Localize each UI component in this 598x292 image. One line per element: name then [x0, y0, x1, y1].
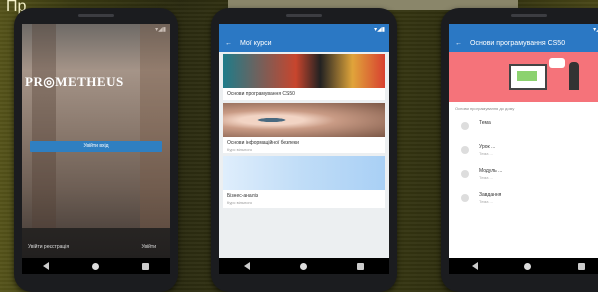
- laptop-illustration: [509, 64, 547, 90]
- course-title: Основи інформаційної безпеки: [227, 140, 299, 146]
- course-card[interactable]: Основи програмування CS50: [223, 54, 385, 100]
- phone-speaker: [286, 14, 322, 17]
- login-button[interactable]: Увійти вхід: [30, 141, 162, 152]
- home-icon[interactable]: [524, 262, 532, 270]
- course-image: [223, 156, 385, 190]
- recents-icon[interactable]: [357, 262, 364, 270]
- course-title: Бізнес-аналіз: [227, 193, 259, 199]
- status-bar: ▾◢▮: [449, 24, 598, 34]
- back-arrow-icon[interactable]: ←: [225, 40, 232, 47]
- app-bar: ← Основи програмування CS50: [449, 34, 598, 52]
- home-icon[interactable]: [91, 262, 99, 270]
- lesson-item[interactable]: Завдання Тема ...: [457, 190, 598, 208]
- course-title: Основи програмування CS50: [227, 91, 295, 97]
- signin-link[interactable]: Увійти: [141, 244, 156, 250]
- course-subtitle: Курс вільного: [227, 147, 253, 152]
- course-subtitle: Курс вільного: [227, 200, 253, 205]
- lesson-item[interactable]: Тема: [457, 118, 598, 136]
- recents-icon[interactable]: [141, 262, 149, 270]
- android-nav-bar: [219, 258, 389, 274]
- phone-speaker: [78, 14, 114, 17]
- phone-course-detail: ▾◢▮ ← Основи програмування CS50 Основи п…: [441, 8, 598, 292]
- lesson-icon: [461, 170, 469, 178]
- android-nav-bar: [449, 258, 598, 274]
- detail-screen: ▾◢▮ ← Основи програмування CS50 Основи п…: [449, 24, 598, 258]
- back-arrow-icon[interactable]: ←: [455, 40, 462, 47]
- lesson-item[interactable]: Модуль ... Тема ...: [457, 166, 598, 184]
- android-nav-bar: [22, 258, 170, 274]
- status-bar: ▾◢▮: [219, 24, 389, 34]
- lesson-icon: [461, 146, 469, 154]
- courses-screen: ▾◢▮ ← Мої курси Основи програмування CS5…: [219, 24, 389, 258]
- course-image: [223, 54, 385, 88]
- home-icon[interactable]: [300, 262, 307, 270]
- lesson-item[interactable]: Урок ... Тема ...: [457, 142, 598, 160]
- login-screen: ▾◢▮ PR◎METHEUS Увійти вхід Увійти реєстр…: [22, 24, 170, 258]
- back-icon[interactable]: [244, 262, 250, 270]
- person-illustration: [569, 62, 579, 90]
- app-bar-title: Основи програмування CS50: [470, 39, 566, 47]
- course-card[interactable]: Основи інформаційної безпеки Курс вільно…: [223, 103, 385, 153]
- prometheus-logo: PR◎METHEUS: [25, 74, 124, 89]
- lesson-icon: [461, 122, 469, 130]
- phone-login: ▾◢▮ PR◎METHEUS Увійти вхід Увійти реєстр…: [14, 8, 178, 292]
- phone-courses: ▾◢▮ ← Мої курси Основи програмування CS5…: [211, 8, 397, 292]
- register-link[interactable]: Увійти реєстрація: [28, 244, 69, 250]
- recents-icon[interactable]: [577, 262, 585, 270]
- speech-bubble-illustration: [549, 58, 565, 68]
- course-tabs[interactable]: Основи програмування до дому: [449, 104, 598, 114]
- lesson-icon: [461, 194, 469, 202]
- back-icon[interactable]: [472, 262, 479, 270]
- course-card[interactable]: Бізнес-аналіз Курс вільного: [223, 156, 385, 208]
- course-image: [223, 103, 385, 137]
- hero-illustration: [449, 52, 598, 102]
- app-bar: ← Мої курси: [219, 34, 389, 52]
- login-footer: Увійти реєстрація Увійти: [22, 228, 170, 258]
- phone-speaker: [510, 14, 547, 17]
- back-icon[interactable]: [43, 262, 50, 270]
- app-bar-title: Мої курси: [240, 39, 272, 47]
